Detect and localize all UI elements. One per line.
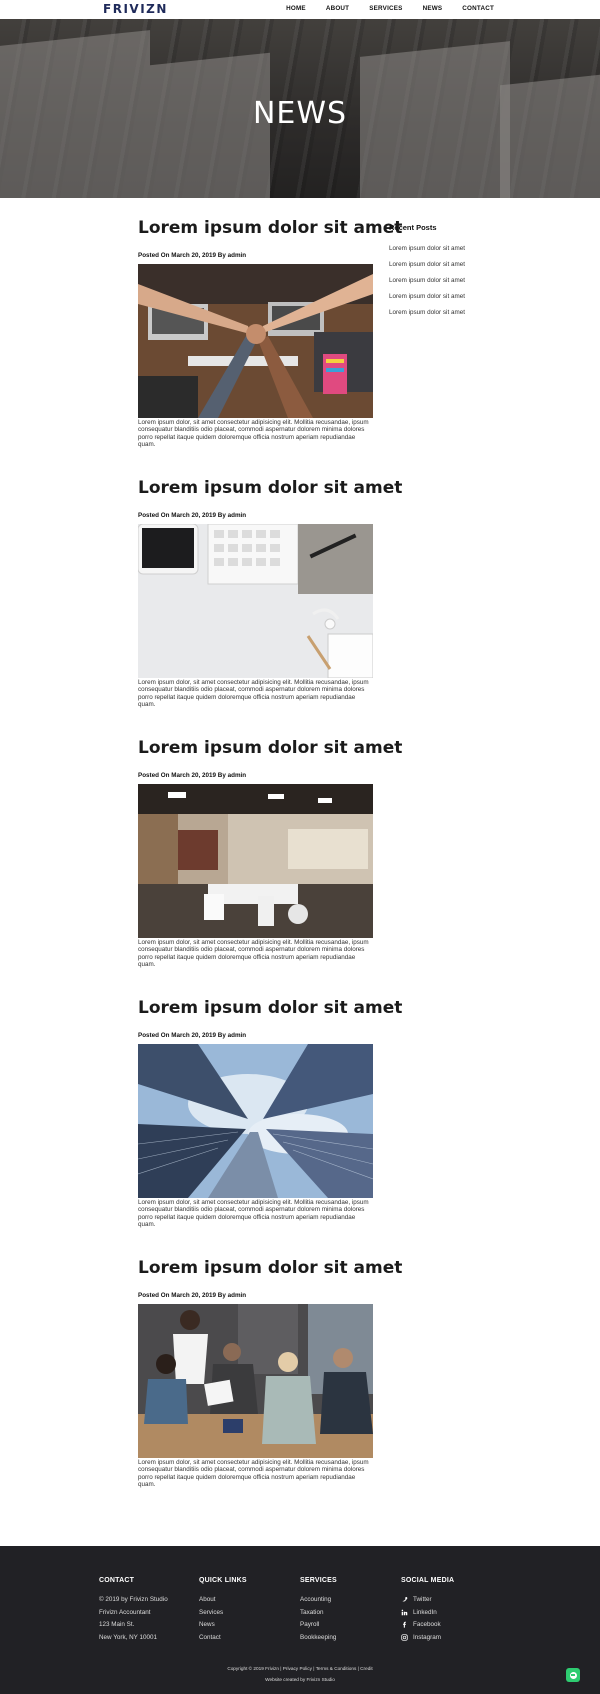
post-title[interactable]: Lorem ipsum dolor sit amet — [138, 1258, 402, 1278]
main-nav: HOME ABOUT SERVICES NEWS CONTACT — [266, 5, 494, 12]
nav-contact[interactable]: CONTACT — [462, 5, 494, 12]
footer-link-taxation[interactable]: Taxation — [300, 1609, 400, 1616]
recent-post-link[interactable]: Lorem ipsum dolor sit amet — [389, 277, 509, 284]
recent-post-link[interactable]: Lorem ipsum dolor sit amet — [389, 293, 509, 300]
hero-banner: NEWS — [0, 19, 600, 198]
post-image-office[interactable] — [138, 784, 373, 938]
social-label: LinkedIn — [413, 1608, 437, 1616]
footer-link-accounting[interactable]: Accounting — [300, 1596, 400, 1603]
post-image-skyscrapers[interactable] — [138, 1044, 373, 1198]
post-excerpt: Lorem ipsum dolor, sit amet consectetur … — [138, 1199, 369, 1228]
sidebar: Recent Posts Lorem ipsum dolor sit amet … — [389, 223, 509, 325]
post-card: Lorem ipsum dolor sit amet Posted On Mar… — [138, 718, 402, 978]
instagram-icon — [401, 1634, 408, 1641]
twitter-icon — [401, 1597, 408, 1602]
posts-list: Lorem ipsum dolor sit amet Posted On Mar… — [138, 198, 402, 1498]
footer-contact: CONTACT © 2019 by Frivizn Studio Frivizn… — [99, 1577, 199, 1647]
post-title[interactable]: Lorem ipsum dolor sit amet — [138, 218, 402, 238]
footer-link-about[interactable]: About — [199, 1596, 299, 1603]
post-excerpt: Lorem ipsum dolor, sit amet consectetur … — [138, 679, 369, 708]
footer-heading: CONTACT — [99, 1577, 135, 1584]
footer-text: © 2019 by Frivizn Studio — [99, 1596, 168, 1603]
social-link-facebook[interactable]: Facebook — [401, 1621, 501, 1628]
post-card: Lorem ipsum dolor sit amet Posted On Mar… — [138, 458, 402, 718]
nav-home[interactable]: HOME — [286, 5, 306, 12]
footer-services: SERVICES Accounting Taxation Payroll Boo… — [300, 1577, 400, 1647]
credit-text: Website created by Frivizn Studio — [265, 1677, 335, 1682]
post-meta: Posted On March 20, 2019 By admin — [138, 1292, 247, 1299]
footer-quick-links: QUICK LINKS About Services News Contact — [199, 1577, 299, 1647]
post-excerpt: Lorem ipsum dolor, sit amet consectetur … — [138, 939, 369, 968]
chat-button[interactable] — [566, 1668, 580, 1682]
footer-link-payroll[interactable]: Payroll — [300, 1621, 400, 1628]
social-link-instagram[interactable]: Instagram — [401, 1634, 501, 1641]
footer-text: 123 Main St. — [99, 1621, 135, 1629]
post-card: Lorem ipsum dolor sit amet Posted On Mar… — [138, 978, 402, 1238]
social-link-linkedin[interactable]: LinkedIn — [401, 1609, 501, 1616]
brand-logo[interactable]: FRIVIZN — [103, 2, 168, 16]
footer-text: Frivizn Accountant — [99, 1608, 151, 1616]
sidebar-title: Recent Posts — [389, 223, 437, 232]
footer: CONTACT © 2019 by Frivizn Studio Frivizn… — [0, 1546, 600, 1694]
recent-post-link[interactable]: Lorem ipsum dolor sit amet — [389, 245, 509, 252]
social-link-twitter[interactable]: Twitter — [401, 1596, 501, 1603]
top-navbar: FRIVIZN HOME ABOUT SERVICES NEWS CONTACT — [0, 0, 600, 19]
nav-news[interactable]: NEWS — [423, 5, 443, 12]
copyright-text: Copyright © 2019 Frivizn | Privacy Polic… — [227, 1666, 373, 1671]
footer-text: New York, NY 10001 — [99, 1634, 157, 1642]
nav-about[interactable]: ABOUT — [326, 5, 349, 12]
footer-link-bookkeeping[interactable]: Bookkeeping — [300, 1634, 400, 1641]
social-label: Facebook — [413, 1621, 441, 1629]
footer-social: SOCIAL MEDIA Twitter LinkedIn Facebook I… — [401, 1577, 501, 1647]
post-meta: Posted On March 20, 2019 By admin — [138, 252, 247, 259]
post-image-meeting[interactable] — [138, 1304, 373, 1458]
post-meta: Posted On March 20, 2019 By admin — [138, 1032, 247, 1039]
footer-link-contact[interactable]: Contact — [199, 1634, 299, 1641]
page-title: NEWS — [252, 96, 348, 131]
linkedin-icon — [401, 1609, 408, 1615]
post-excerpt: Lorem ipsum dolor, sit amet consectetur … — [138, 419, 369, 448]
post-title[interactable]: Lorem ipsum dolor sit amet — [138, 998, 402, 1018]
post-title[interactable]: Lorem ipsum dolor sit amet — [138, 478, 402, 498]
post-image-desk[interactable] — [138, 524, 373, 678]
social-label: Twitter — [413, 1596, 432, 1603]
post-card: Lorem ipsum dolor sit amet Posted On Mar… — [138, 1238, 402, 1498]
footer-heading: SERVICES — [300, 1577, 337, 1584]
post-excerpt: Lorem ipsum dolor, sit amet consectetur … — [138, 1459, 369, 1488]
post-image-teamwork[interactable] — [138, 264, 373, 418]
recent-post-link[interactable]: Lorem ipsum dolor sit amet — [389, 309, 509, 316]
footer-heading: SOCIAL MEDIA — [401, 1577, 455, 1584]
footer-heading: QUICK LINKS — [199, 1577, 247, 1584]
post-meta: Posted On March 20, 2019 By admin — [138, 512, 247, 519]
post-meta: Posted On March 20, 2019 By admin — [138, 772, 247, 779]
social-label: Instagram — [413, 1634, 441, 1642]
footer-link-news[interactable]: News — [199, 1621, 299, 1628]
footer-link-services[interactable]: Services — [199, 1609, 299, 1616]
post-title[interactable]: Lorem ipsum dolor sit amet — [138, 738, 402, 758]
facebook-icon — [403, 1622, 406, 1629]
chat-icon — [571, 1674, 575, 1676]
nav-services[interactable]: SERVICES — [369, 5, 402, 12]
recent-post-link[interactable]: Lorem ipsum dolor sit amet — [389, 261, 509, 268]
post-card: Lorem ipsum dolor sit amet Posted On Mar… — [138, 198, 402, 458]
